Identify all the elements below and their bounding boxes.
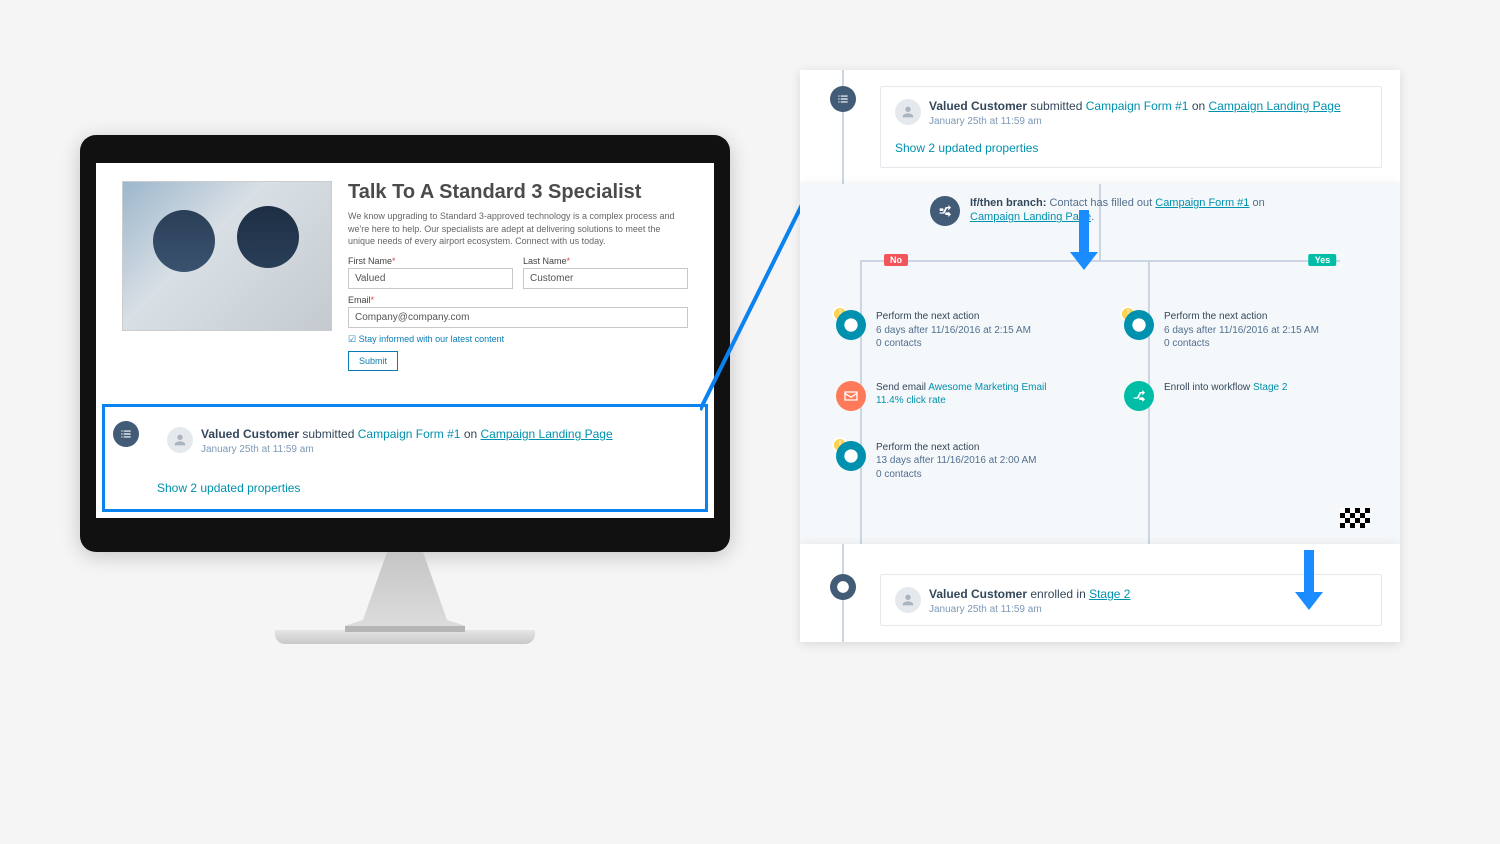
- avatar: [895, 587, 921, 613]
- down-arrow-icon: [1070, 210, 1098, 270]
- finish-flag-icon: [1340, 508, 1370, 528]
- workflow-diagram: If/then branch: Contact has filled out C…: [800, 184, 1400, 544]
- clock-icon: [836, 310, 866, 340]
- workflow-step[interactable]: ! Perform the next action6 days after 11…: [836, 310, 1076, 351]
- landing-page: Talk To A Standard 3 Specialist We know …: [96, 163, 714, 371]
- stay-informed-checkbox[interactable]: ☑ Stay informed with our latest content: [348, 334, 688, 345]
- show-properties-toggle[interactable]: Show 2 updated properties: [157, 481, 300, 495]
- landing-page-link[interactable]: Campaign Landing Page: [1209, 99, 1341, 113]
- activity-text: Valued Customer submitted Campaign Form …: [929, 99, 1341, 113]
- email-label: Email*: [348, 295, 688, 305]
- activity-card: Valued Customer submitted Campaign Form …: [880, 86, 1382, 168]
- landing-copy: Talk To A Standard 3 Specialist We know …: [348, 181, 688, 371]
- branch-condition-text: If/then branch: Contact has filled out C…: [970, 196, 1270, 225]
- monitor-base: [275, 630, 535, 644]
- activity-time: January 25th at 11:59 am: [201, 444, 613, 455]
- avatar: [895, 99, 921, 125]
- activity-time: January 25th at 11:59 am: [929, 116, 1341, 127]
- monitor-stand: [345, 552, 465, 632]
- landing-desc: We know upgrading to Standard 3-approved…: [348, 210, 688, 248]
- list-icon: [830, 86, 856, 112]
- submit-button[interactable]: Submit: [348, 351, 398, 371]
- clock-icon: [836, 441, 866, 471]
- clock-icon: [1124, 310, 1154, 340]
- show-properties-toggle[interactable]: Show 2 updated properties: [895, 127, 1367, 157]
- activity-panel-top: Valued Customer submitted Campaign Form …: [800, 70, 1400, 184]
- workflow-step[interactable]: Enroll into workflow Stage 2: [1124, 381, 1364, 411]
- hero-image: [122, 181, 332, 331]
- email-field[interactable]: [348, 307, 688, 328]
- first-name-field[interactable]: [348, 268, 513, 289]
- stage-link[interactable]: Stage 2: [1089, 587, 1130, 601]
- activity-highlight: Valued Customer submitted Campaign Form …: [102, 404, 708, 512]
- activity-time: January 25th at 11:59 am: [929, 604, 1130, 615]
- shuffle-icon: [1124, 381, 1154, 411]
- list-icon: [113, 421, 139, 447]
- workflow-step[interactable]: Send email Awesome Marketing Email11.4% …: [836, 381, 1076, 411]
- last-name-label: Last Name*: [523, 256, 688, 266]
- workflow-step[interactable]: ! Perform the next action13 days after 1…: [836, 441, 1076, 482]
- monitor: Talk To A Standard 3 Specialist We know …: [80, 135, 730, 644]
- activity-text: Valued Customer enrolled in Stage 2: [929, 587, 1130, 601]
- down-arrow-icon: [1295, 550, 1323, 610]
- clock-icon: [830, 574, 856, 600]
- monitor-screen: Talk To A Standard 3 Specialist We know …: [96, 163, 714, 518]
- branch-yes-column: Yes ! Perform the next action6 days afte…: [1124, 260, 1364, 411]
- no-badge: No: [884, 254, 908, 266]
- landing-title: Talk To A Standard 3 Specialist: [348, 181, 688, 204]
- workflow-branch-node[interactable]: If/then branch: Contact has filled out C…: [930, 196, 1270, 226]
- avatar: [167, 427, 193, 453]
- activity-text: Valued Customer submitted Campaign Form …: [201, 427, 613, 441]
- workflow-step[interactable]: ! Perform the next action6 days after 11…: [1124, 310, 1364, 351]
- yes-badge: Yes: [1309, 254, 1337, 266]
- mail-icon: [836, 381, 866, 411]
- landing-page-link[interactable]: Campaign Landing Page: [481, 427, 613, 441]
- first-name-label: First Name*: [348, 256, 513, 266]
- monitor-bezel: Talk To A Standard 3 Specialist We know …: [80, 135, 730, 552]
- activity-card: Valued Customer submitted Campaign Form …: [157, 419, 693, 463]
- branch-no-column: No ! Perform the next action6 days after…: [836, 260, 1076, 481]
- shuffle-icon: [930, 196, 960, 226]
- last-name-field[interactable]: [523, 268, 688, 289]
